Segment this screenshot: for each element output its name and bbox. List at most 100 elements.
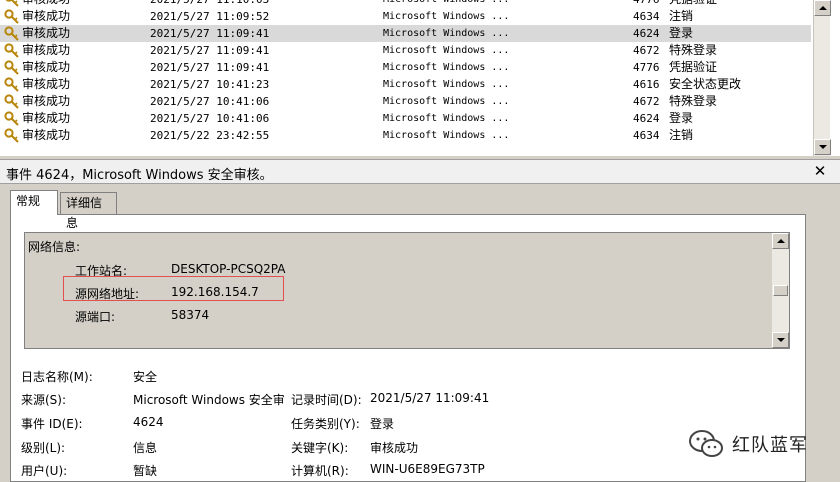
watermark-text: 红队蓝军	[732, 435, 808, 456]
wechat-icon	[689, 430, 723, 457]
event-date-cell: 2021/5/22 23:42:55	[150, 129, 270, 142]
event-task-cell: 注销	[669, 128, 694, 142]
desc-scroll-up-button[interactable]	[772, 233, 789, 249]
event-keyword-cell: 审核成功	[22, 0, 70, 8]
event-row[interactable]: 审核成功 2021/5/27 11:09:41 Microsoft Windows …	[0, 25, 811, 42]
event-row[interactable]: 审核成功 2021/5/27 11:09:52 Microsoft Windows …	[0, 8, 811, 25]
event-date-cell: 2021/5/27 11:09:41	[150, 44, 270, 57]
event-source-cell: Microsoft Windows ...	[383, 79, 510, 90]
event-keyword-cell: 审核成功	[22, 77, 71, 91]
chevron-up-icon	[819, 6, 827, 10]
key-icon	[4, 25, 20, 42]
event-source-cell: Microsoft Windows ...	[383, 28, 510, 39]
event-keyword-cell: 审核成功	[22, 43, 71, 57]
user-label: 用户(U):	[21, 464, 68, 478]
event-task-cell: 凭据验证	[669, 60, 718, 74]
event-id-cell: 4672	[633, 44, 660, 57]
user-value: 暂缺	[133, 464, 158, 478]
event-row[interactable]: 审核成功 2021/5/27 10:41:23 Microsoft Windows …	[0, 76, 811, 93]
source-port-label: 源端口:	[75, 310, 116, 324]
source-value: Microsoft Windows 安全审	[133, 393, 284, 407]
scroll-down-button[interactable]	[814, 139, 831, 155]
event-keyword-cell: 审核成功	[22, 60, 71, 74]
event-row[interactable]: 审核成功 2021/5/27 10:41:06 Microsoft Windows …	[0, 110, 811, 127]
event-row[interactable]: 审核成功 2021/5/27 11:09:41 Microsoft Windows …	[0, 59, 811, 76]
event-id-cell: 4624	[633, 112, 660, 125]
event-task-cell: 登录	[669, 26, 694, 40]
event-task-cell: 安全状态更改	[669, 77, 742, 91]
task-category-label: 任务类别(Y):	[291, 417, 360, 431]
event-keyword-cell: 审核成功	[22, 26, 71, 40]
event-id-cell: 4634	[633, 10, 660, 23]
key-icon	[4, 76, 20, 93]
event-task-cell: 注销	[669, 9, 694, 23]
close-icon[interactable]: ✕	[812, 163, 828, 179]
key-icon	[4, 0, 20, 8]
event-id-cell: 4672	[633, 95, 660, 108]
chevron-down-icon	[777, 338, 785, 342]
highlight-rectangle	[63, 276, 284, 301]
event-detail-title: 事件 4624，Microsoft Windows 安全审核。	[6, 168, 273, 183]
event-source-cell: Microsoft Windows ...	[383, 96, 510, 107]
desc-scroll-down-button[interactable]	[772, 332, 789, 348]
event-source-cell: Microsoft Windows ...	[383, 113, 510, 124]
event-id-cell: 4776	[633, 61, 660, 74]
event-list[interactable]: 审核成功 2021/5/27 11:10:03 Microsoft Windows …	[0, 0, 840, 156]
logged-time-value: 2021/5/27 11:09:41	[370, 391, 490, 405]
event-source-cell: Microsoft Windows ...	[383, 62, 510, 73]
key-icon	[4, 93, 20, 110]
event-date-cell: 2021/5/27 10:41:06	[150, 112, 270, 125]
event-row[interactable]: 审核成功 2021/5/27 11:10:03 Microsoft Windows …	[0, 0, 811, 8]
event-date-cell: 2021/5/27 11:09:41	[150, 61, 270, 74]
computer-value: WIN-U6E89EG73TP	[370, 462, 485, 476]
task-category-value: 登录	[370, 417, 395, 431]
event-source-cell: Microsoft Windows ...	[383, 0, 509, 8]
description-scroll-thumb[interactable]	[773, 285, 788, 296]
log-name-label: 日志名称(M):	[21, 370, 93, 384]
logged-time-label: 记录时间(D):	[291, 393, 362, 407]
key-icon	[4, 42, 20, 59]
log-name-value: 安全	[133, 370, 158, 384]
key-icon	[4, 127, 20, 144]
event-id-value: 4624	[133, 415, 164, 429]
level-label: 级别(L):	[21, 441, 66, 455]
watermark: 红队蓝军	[688, 426, 808, 462]
event-keyword-cell: 审核成功	[22, 111, 71, 125]
computer-label: 计算机(R):	[291, 464, 349, 478]
event-id-cell: 4776	[633, 0, 660, 8]
event-source-cell: Microsoft Windows ...	[383, 45, 510, 56]
key-icon	[4, 8, 20, 25]
event-id-label: 事件 ID(E):	[21, 417, 83, 431]
chevron-down-icon	[819, 145, 827, 149]
keywords-label: 关键字(K):	[291, 441, 349, 455]
event-date-cell: 2021/5/27 10:41:23	[150, 78, 270, 91]
event-row[interactable]: 审核成功 2021/5/22 23:42:55 Microsoft Windows …	[0, 127, 811, 144]
event-list-scrollbar[interactable]	[813, 0, 831, 156]
tab-details[interactable]: 详细信息	[60, 192, 117, 230]
event-task-cell: 凭据验证	[669, 0, 717, 8]
event-date-cell: 2021/5/27 11:09:41	[150, 27, 270, 40]
source-port-value: 58374	[171, 308, 210, 322]
key-icon	[4, 110, 20, 127]
event-keyword-cell: 审核成功	[22, 9, 71, 23]
level-value: 信息	[133, 441, 158, 455]
event-keyword-cell: 审核成功	[22, 94, 71, 108]
event-task-cell: 特殊登录	[669, 43, 718, 57]
event-id-cell: 4624	[633, 27, 660, 40]
event-id-cell: 4616	[633, 78, 660, 91]
chevron-up-icon	[777, 239, 785, 243]
event-detail-header: 事件 4624，Microsoft Windows 安全审核。 ✕	[0, 159, 840, 184]
event-id-cell: 4634	[633, 129, 660, 142]
description-scrollbar[interactable]	[772, 233, 789, 348]
event-keyword-cell: 审核成功	[22, 128, 71, 142]
keywords-value: 审核成功	[370, 441, 419, 455]
event-row[interactable]: 审核成功 2021/5/27 11:09:41 Microsoft Windows …	[0, 42, 811, 59]
event-task-cell: 特殊登录	[669, 94, 718, 108]
event-date-cell: 2021/5/27 10:41:06	[150, 95, 270, 108]
event-row[interactable]: 审核成功 2021/5/27 10:41:06 Microsoft Windows …	[0, 93, 811, 110]
tab-general[interactable]: 常规	[10, 190, 58, 215]
event-date-cell: 2021/5/27 11:09:52	[150, 10, 270, 23]
event-source-cell: Microsoft Windows ...	[383, 11, 510, 22]
event-date-cell: 2021/5/27 11:10:03	[150, 0, 269, 8]
scroll-up-button[interactable]	[814, 0, 831, 16]
